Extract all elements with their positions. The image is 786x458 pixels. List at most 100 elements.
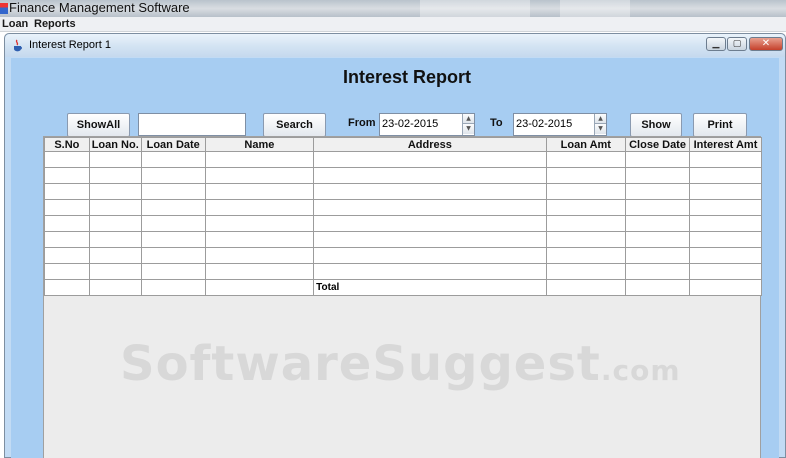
table-cell[interactable] bbox=[689, 151, 762, 168]
table-total-row: Total bbox=[44, 279, 762, 296]
table-cell[interactable] bbox=[88, 247, 142, 264]
search-button[interactable]: Search bbox=[263, 113, 326, 137]
search-input[interactable] bbox=[138, 113, 246, 136]
watermark: SoftwareSuggest.com bbox=[120, 336, 681, 392]
table-cell[interactable] bbox=[545, 199, 627, 216]
table-cell[interactable] bbox=[44, 247, 90, 264]
column-header-name[interactable]: Name bbox=[204, 137, 315, 152]
print-button[interactable]: Print bbox=[693, 113, 747, 137]
table-cell[interactable] bbox=[140, 183, 206, 200]
table-cell[interactable] bbox=[88, 231, 142, 248]
column-header-loan-date[interactable]: Loan Date bbox=[140, 137, 206, 152]
table-row[interactable] bbox=[44, 151, 762, 168]
table-cell[interactable] bbox=[88, 183, 142, 200]
table-cell[interactable] bbox=[140, 215, 206, 232]
table-row[interactable] bbox=[44, 247, 762, 264]
menu-reports[interactable]: Reports bbox=[34, 18, 76, 30]
table-cell[interactable] bbox=[689, 199, 762, 216]
table-cell[interactable] bbox=[545, 215, 627, 232]
table-cell[interactable] bbox=[625, 231, 691, 248]
table-cell[interactable] bbox=[88, 263, 142, 280]
table-cell[interactable] bbox=[625, 263, 691, 280]
table-cell[interactable] bbox=[313, 199, 547, 216]
table-cell[interactable] bbox=[88, 151, 142, 168]
table-cell[interactable] bbox=[313, 183, 547, 200]
from-date-up-icon[interactable]: ▲ bbox=[463, 114, 474, 124]
table-cell[interactable] bbox=[689, 247, 762, 264]
table-row[interactable] bbox=[44, 199, 762, 216]
table-cell[interactable] bbox=[204, 247, 315, 264]
from-date-spinner[interactable]: 23-02-2015 ▲ ▼ bbox=[379, 113, 475, 136]
table-cell[interactable] bbox=[545, 183, 627, 200]
table-cell[interactable] bbox=[44, 215, 90, 232]
window-titlebar[interactable]: Interest Report 1 ▁ ▢ ✕ bbox=[5, 34, 785, 57]
table-cell[interactable] bbox=[204, 231, 315, 248]
table-cell[interactable] bbox=[44, 263, 90, 280]
table-cell[interactable] bbox=[689, 167, 762, 184]
table-row[interactable] bbox=[44, 231, 762, 248]
column-header-sno[interactable]: S.No bbox=[44, 137, 90, 152]
table-cell[interactable] bbox=[625, 151, 691, 168]
menu-loan[interactable]: Loan bbox=[2, 18, 28, 30]
table-cell[interactable] bbox=[44, 151, 90, 168]
table-cell[interactable] bbox=[625, 215, 691, 232]
table-cell[interactable] bbox=[545, 247, 627, 264]
table-cell[interactable] bbox=[204, 183, 315, 200]
table-cell[interactable] bbox=[204, 263, 315, 280]
to-date-spinner[interactable]: 23-02-2015 ▲ ▼ bbox=[513, 113, 607, 136]
table-cell[interactable] bbox=[88, 215, 142, 232]
table-cell[interactable] bbox=[545, 231, 627, 248]
table-cell[interactable] bbox=[313, 247, 547, 264]
table-cell[interactable] bbox=[313, 263, 547, 280]
table-cell[interactable] bbox=[204, 215, 315, 232]
table-row[interactable] bbox=[44, 215, 762, 232]
table-cell[interactable] bbox=[88, 167, 142, 184]
column-header-address[interactable]: Address bbox=[313, 137, 547, 152]
table-cell[interactable] bbox=[140, 151, 206, 168]
table-cell[interactable] bbox=[625, 199, 691, 216]
table-cell[interactable] bbox=[204, 167, 315, 184]
table-cell[interactable] bbox=[313, 231, 547, 248]
show-all-button[interactable]: ShowAll bbox=[67, 113, 130, 137]
table-cell[interactable] bbox=[625, 247, 691, 264]
table-cell[interactable] bbox=[689, 231, 762, 248]
table-cell[interactable] bbox=[313, 151, 547, 168]
close-button[interactable]: ✕ bbox=[749, 37, 783, 51]
minimize-button[interactable]: ▁ bbox=[706, 37, 726, 51]
table-cell[interactable] bbox=[689, 263, 762, 280]
table-cell[interactable] bbox=[44, 183, 90, 200]
table-cell[interactable] bbox=[689, 183, 762, 200]
column-header-interest-amt[interactable]: Interest Amt bbox=[689, 137, 762, 152]
table-cell[interactable] bbox=[204, 151, 315, 168]
table-cell[interactable] bbox=[204, 199, 315, 216]
from-date-down-icon[interactable]: ▼ bbox=[463, 124, 474, 134]
table-cell[interactable] bbox=[88, 199, 142, 216]
table-cell[interactable] bbox=[545, 263, 627, 280]
maximize-button[interactable]: ▢ bbox=[727, 37, 747, 51]
column-header-loan-no[interactable]: Loan No. bbox=[88, 137, 142, 152]
column-header-close-date[interactable]: Close Date bbox=[625, 137, 691, 152]
table-cell[interactable] bbox=[140, 263, 206, 280]
table-cell[interactable] bbox=[44, 199, 90, 216]
table-cell[interactable] bbox=[140, 247, 206, 264]
table-cell[interactable] bbox=[545, 167, 627, 184]
menu-bar: Loan Reports bbox=[0, 17, 786, 32]
table-cell[interactable] bbox=[625, 183, 691, 200]
table-cell[interactable] bbox=[689, 215, 762, 232]
column-header-loan-amt[interactable]: Loan Amt bbox=[545, 137, 627, 152]
table-cell[interactable] bbox=[625, 167, 691, 184]
table-cell[interactable] bbox=[140, 231, 206, 248]
table-row[interactable] bbox=[44, 167, 762, 184]
table-cell[interactable] bbox=[44, 231, 90, 248]
to-date-down-icon[interactable]: ▼ bbox=[595, 124, 606, 134]
table-cell[interactable] bbox=[313, 215, 547, 232]
table-row[interactable] bbox=[44, 263, 762, 280]
table-cell[interactable] bbox=[313, 167, 547, 184]
to-date-up-icon[interactable]: ▲ bbox=[595, 114, 606, 124]
table-cell[interactable] bbox=[44, 167, 90, 184]
table-cell[interactable] bbox=[140, 167, 206, 184]
table-cell[interactable] bbox=[140, 199, 206, 216]
table-row[interactable] bbox=[44, 183, 762, 200]
table-cell[interactable] bbox=[545, 151, 627, 168]
show-button[interactable]: Show bbox=[630, 113, 682, 137]
